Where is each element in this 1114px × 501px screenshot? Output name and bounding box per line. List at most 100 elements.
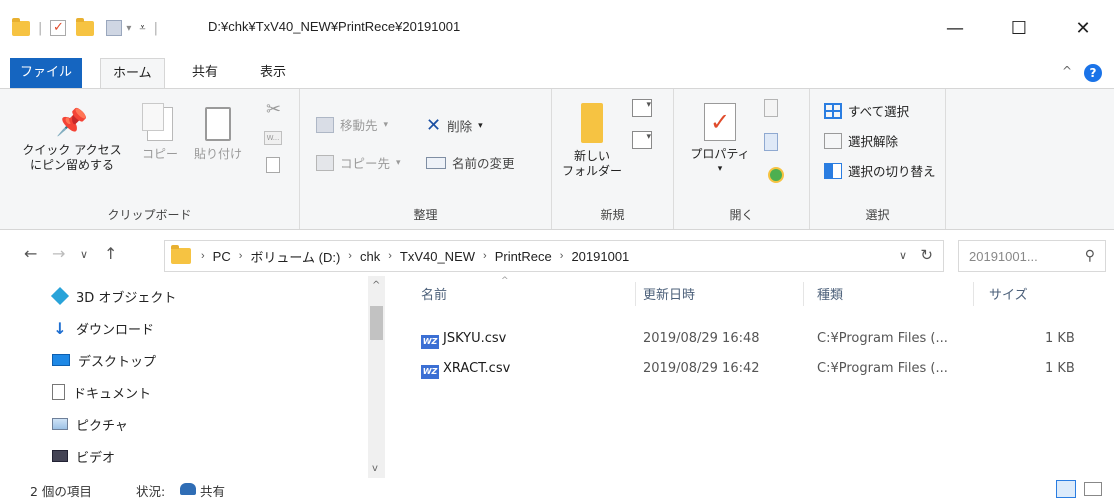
search-box[interactable]: 20191001... ⚲ — [958, 240, 1106, 272]
copy-to-button[interactable]: コピー先 ▾ — [316, 153, 401, 172]
new-folder-icon — [581, 103, 603, 143]
open-group: ✓ プロパティ ▾ 開く — [674, 89, 810, 229]
ribbon: 📌 クイック アクセス にピン留めする コピー 貼り付け ✂ W... クリップ… — [0, 88, 1114, 230]
nav-item-pictures[interactable]: ピクチャ — [52, 410, 128, 438]
file-modified: 2019/08/29 16:48 — [643, 331, 760, 346]
recent-locations-icon[interactable]: ∨ — [80, 248, 88, 261]
nav-item-documents[interactable]: ドキュメント — [52, 378, 151, 406]
breadcrumb-20191001[interactable]: 20191001 — [571, 249, 629, 264]
history-icon[interactable] — [768, 167, 784, 183]
new-item-icon[interactable]: ▾ — [632, 99, 652, 117]
maximize-button[interactable]: ☐ — [996, 10, 1042, 46]
new-folder-label-line1: 新しい — [573, 149, 610, 163]
copy-path-icon[interactable]: W... — [264, 131, 282, 145]
file-row[interactable]: WZ JSKYU.csv 2019/08/29 16:48 C:¥Program … — [385, 326, 1114, 352]
column-divider[interactable] — [635, 282, 636, 306]
properties-check-icon[interactable]: ✓ — [50, 20, 67, 36]
select-none-button[interactable]: 選択解除 — [824, 131, 898, 150]
pin-quick-access-button[interactable]: 📌 クイック アクセス にピン留めする — [22, 103, 122, 173]
properties-button[interactable]: ✓ プロパティ ▾ — [686, 103, 754, 177]
edit-icon[interactable] — [764, 133, 778, 151]
folder-icon — [171, 245, 191, 264]
copy-to-label: コピー先 — [340, 156, 391, 171]
collapse-ribbon-icon[interactable]: ^ — [1062, 64, 1072, 78]
nav-item-downloads[interactable]: ↓ ダウンロード — [52, 314, 154, 342]
pin-label-line2: にピン留めする — [29, 158, 114, 172]
copy-button[interactable]: コピー — [140, 103, 180, 162]
minimize-button[interactable]: — — [932, 10, 978, 46]
paste-button[interactable]: 貼り付け — [190, 103, 246, 162]
title-bar: | ✓ ▾ ⩡ | D:¥chk¥TxV40_NEW¥PrintRece¥201… — [0, 0, 1114, 58]
column-header-name[interactable]: 名前 — [421, 284, 447, 303]
document-icon — [52, 384, 65, 400]
address-dropdown-icon[interactable]: ∨ — [899, 249, 907, 262]
address-bar[interactable]: › PC › ボリューム (D:) › chk › TxV40_NEW › Pr… — [164, 240, 944, 272]
desktop-icon — [52, 354, 70, 366]
details-view-icon[interactable] — [1056, 480, 1076, 498]
column-header-size[interactable]: サイズ — [989, 284, 1028, 303]
cut-icon[interactable]: ✂ — [266, 99, 281, 120]
refresh-icon[interactable]: ↻ — [920, 246, 933, 264]
csv-file-icon: WZ — [421, 365, 439, 379]
nav-item-desktop[interactable]: デスクトップ — [52, 346, 156, 374]
customize-dropdown-icon[interactable]: ⩡ — [139, 21, 145, 35]
customize-icon[interactable] — [106, 20, 123, 36]
column-divider[interactable] — [803, 282, 804, 306]
close-button[interactable]: ✕ — [1060, 10, 1106, 46]
back-arrow-icon[interactable]: ← — [24, 244, 37, 263]
column-header-modified[interactable]: 更新日時 — [643, 284, 695, 303]
sort-indicator-icon: ^ — [501, 276, 509, 286]
easy-access-icon[interactable]: ▾ — [632, 131, 652, 149]
invert-selection-icon — [824, 162, 842, 179]
delete-button[interactable]: ✕ 削除 ▾ — [426, 115, 483, 136]
column-header-type[interactable]: 種類 — [817, 284, 843, 303]
nav-item-videos[interactable]: ビデオ — [52, 442, 115, 470]
navpane-scrollbar[interactable]: ^ v — [368, 276, 385, 478]
folder-icon — [12, 17, 30, 36]
tab-home[interactable]: ホーム — [100, 58, 165, 89]
file-type: C:¥Program Files (... — [817, 361, 948, 376]
file-name-cell: WZ JSKYU.csv — [421, 331, 506, 349]
new-folder-icon[interactable] — [76, 17, 95, 36]
scroll-up-icon[interactable]: ^ — [372, 280, 380, 291]
dropdown-icon[interactable]: ▾ — [126, 23, 131, 34]
invert-selection-button[interactable]: 選択の切り替え — [824, 161, 936, 180]
nav-item-3d-objects[interactable]: 3D オブジェクト — [50, 282, 176, 310]
select-all-icon — [824, 102, 842, 119]
tab-view[interactable]: 表示 — [248, 58, 298, 88]
open-icon[interactable] — [764, 99, 778, 117]
search-icon[interactable]: ⚲ — [1085, 247, 1095, 264]
help-icon[interactable]: ? — [1084, 64, 1102, 82]
quick-access-toolbar: | ✓ ▾ ⩡ | — [12, 16, 166, 40]
breadcrumb-pc[interactable]: PC — [213, 249, 231, 264]
forward-arrow-icon[interactable]: → — [52, 244, 65, 263]
column-divider[interactable] — [973, 282, 974, 306]
invert-selection-label: 選択の切り替え — [848, 164, 936, 179]
tab-file[interactable]: ファイル — [10, 58, 83, 88]
file-row[interactable]: WZ XRACT.csv 2019/08/29 16:42 C:¥Program … — [385, 356, 1114, 382]
large-icons-view-icon[interactable] — [1084, 482, 1102, 496]
move-to-button[interactable]: 移動先 ▾ — [316, 115, 388, 134]
rename-button[interactable]: 名前の変更 — [426, 153, 515, 172]
breadcrumb-chk[interactable]: chk — [360, 249, 380, 264]
nav-item-label: ダウンロード — [76, 322, 155, 338]
breadcrumb-separator: › — [201, 250, 205, 262]
select-all-button[interactable]: すべて選択 — [824, 101, 909, 120]
toolbar-divider: | — [38, 20, 43, 36]
breadcrumb-separator: › — [238, 250, 243, 262]
window-title: D:¥chk¥TxV40_NEW¥PrintRece¥20191001 — [208, 19, 461, 34]
scrollbar-thumb[interactable] — [370, 306, 383, 340]
scroll-down-icon[interactable]: v — [372, 463, 378, 474]
select-group: すべて選択 選択解除 選択の切り替え 選択 — [810, 89, 946, 229]
breadcrumb-separator: › — [483, 250, 487, 262]
select-group-label: 選択 — [865, 208, 890, 222]
file-name: JSKYU.csv — [443, 331, 507, 346]
breadcrumb-volume[interactable]: ボリューム (D:) — [250, 247, 340, 266]
paste-icon — [205, 107, 231, 141]
new-folder-button[interactable]: 新しい フォルダー — [562, 103, 622, 179]
breadcrumb-printrece[interactable]: PrintRece — [495, 249, 552, 264]
paste-shortcut-icon[interactable] — [266, 157, 280, 173]
up-arrow-icon[interactable]: ↑ — [104, 244, 117, 263]
breadcrumb-txv40[interactable]: TxV40_NEW — [400, 249, 475, 264]
tab-share[interactable]: 共有 — [180, 58, 230, 88]
